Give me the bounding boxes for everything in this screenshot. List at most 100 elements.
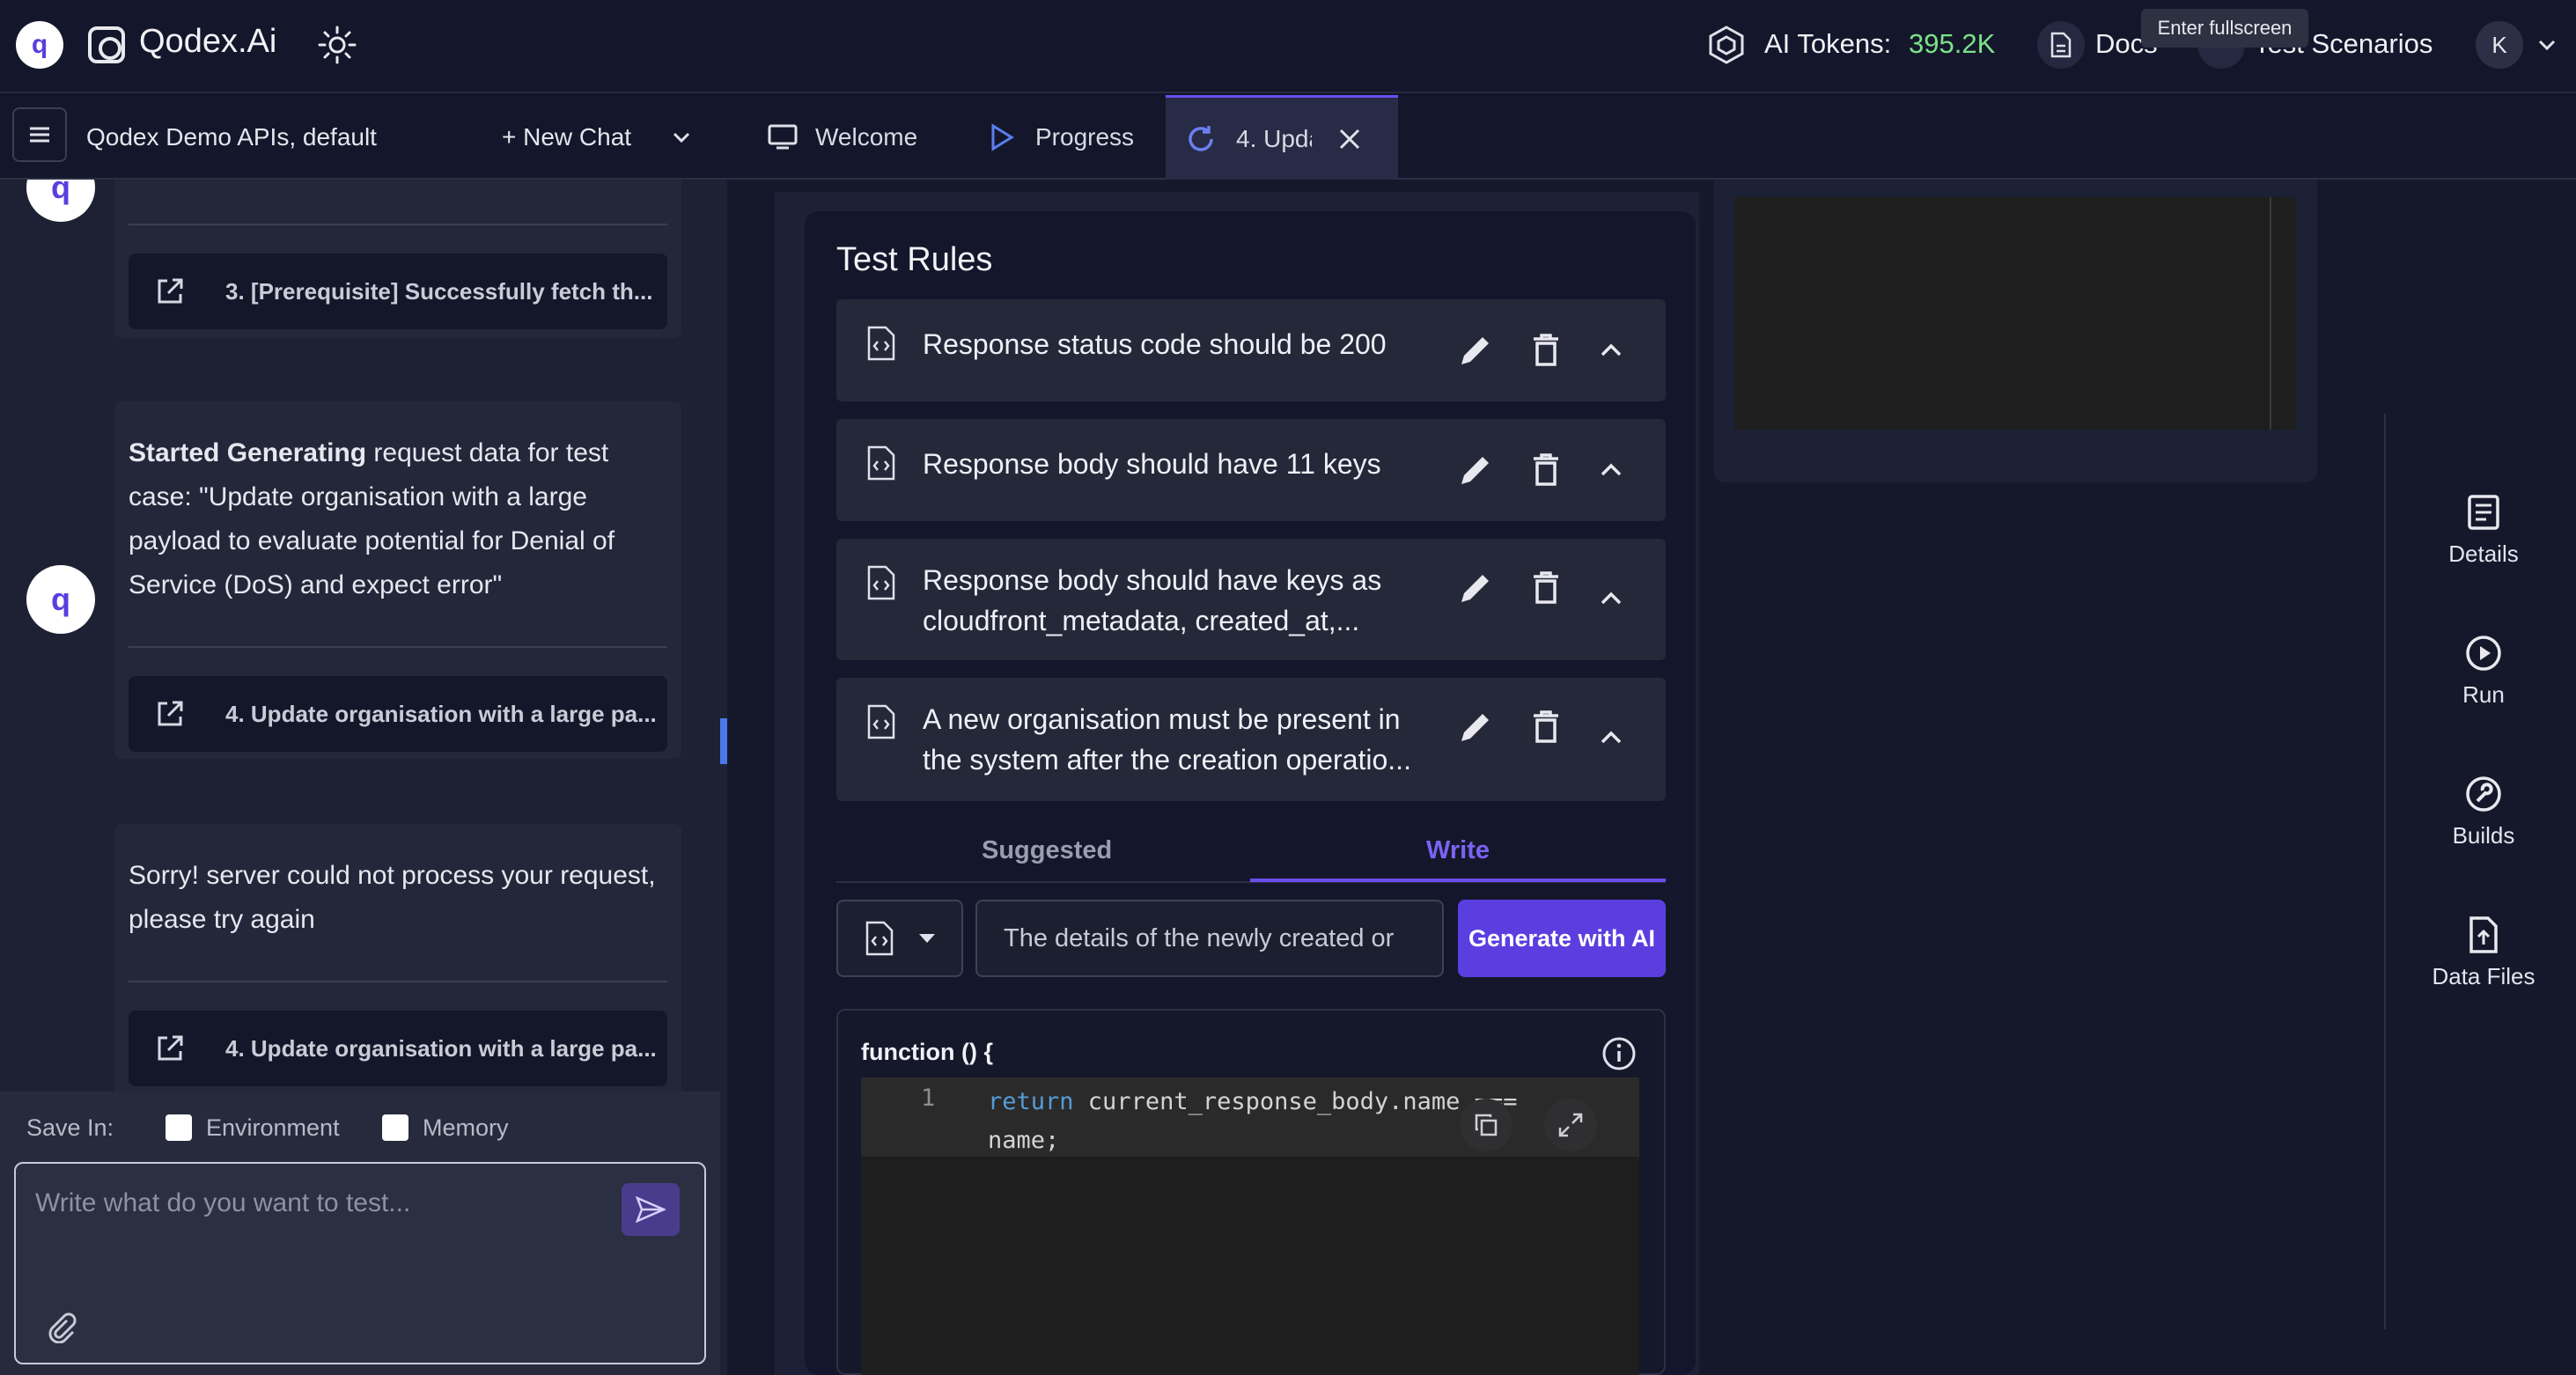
copy-code-button[interactable] [1460,1099,1512,1151]
run-icon [2466,636,2501,671]
chevron-down-icon[interactable] [669,125,694,150]
divider [129,981,667,982]
sidebar-menu-button[interactable] [12,107,67,162]
divider [129,646,667,648]
delete-icon[interactable] [1527,708,1565,746]
memory-checkbox[interactable] [382,1114,408,1141]
chat-input-placeholder: Write what do you want to test... [35,1188,411,1217]
bot-avatar: q [26,180,95,222]
rule-description-input[interactable]: The details of the newly created or [975,900,1444,977]
new-chat-button[interactable]: + New Chat [502,123,631,151]
test-case-link[interactable]: 4. Update organisation with a large pa..… [129,1011,667,1086]
rule-text: Response status code should be 200 [923,328,1387,360]
builds-button[interactable]: Builds [2391,775,2576,849]
edit-icon[interactable] [1456,569,1495,607]
test-case-link[interactable]: 4. Update organisation with a large pa..… [129,676,667,752]
delete-icon[interactable] [1527,451,1565,489]
data-files-label: Data Files [2432,963,2536,989]
tab-write[interactable]: Write [1426,836,1490,865]
delete-icon[interactable] [1527,569,1565,607]
app-logo[interactable]: q [16,21,63,69]
refresh-icon [1189,125,1213,151]
info-icon[interactable] [1601,1035,1638,1072]
editor-ruler [2270,197,2271,430]
chevron-down-icon[interactable] [2536,33,2558,56]
message-bold: Started Generating [129,438,367,467]
external-link-icon [158,1035,183,1061]
response-editor[interactable] [1734,197,2296,430]
theme-toggle-sun-icon[interactable] [317,25,357,65]
tab-label: Progress [1035,123,1135,151]
attach-icon[interactable] [46,1312,77,1343]
tab-suggested[interactable]: Suggested [982,836,1112,865]
rule-type-dropdown[interactable] [836,900,963,977]
expand-icon [1558,1113,1583,1137]
run-button[interactable]: Run [2391,634,2576,709]
expand-editor-button[interactable] [1544,1099,1597,1151]
monitor-icon [768,124,798,150]
environment-checkbox[interactable] [166,1114,192,1141]
brand-icon [88,26,125,63]
details-button[interactable]: Details [2391,493,2576,568]
data-files-icon [2469,916,2498,953]
memory-label: Memory [423,1114,509,1141]
tab-active-test[interactable]: 4. Upda [1166,95,1398,180]
ai-tokens-icon [1709,26,1744,64]
data-files-button[interactable]: Data Files [2391,915,2576,990]
chat-message: Started Generating request data for test… [129,431,657,607]
test-rule-item[interactable]: Response status code should be 200 [836,299,1666,401]
chevron-up-icon[interactable] [1592,451,1630,489]
tab-progress[interactable]: Progress [972,95,1162,180]
code-file-icon [865,921,894,956]
builds-label: Builds [2452,822,2515,849]
test-rule-item[interactable]: Response body should have 11 keys [836,419,1666,521]
rule-text: Response body should have keys as cloudf… [923,564,1382,636]
tab-label: Welcome [815,123,918,151]
rule-text: Response body should have 11 keys [923,448,1381,480]
bot-avatar: q [26,565,95,634]
chevron-up-icon[interactable] [1592,579,1630,618]
panel-resizer[interactable] [720,180,727,1375]
docs-icon[interactable] [2037,21,2085,69]
function-signature: function () { [861,1039,993,1065]
code-keyword: return [988,1088,1074,1115]
active-tab-indicator [1250,879,1666,882]
edit-icon[interactable] [1456,331,1495,370]
play-icon [991,123,1014,151]
code-file-icon [867,445,895,481]
tab-label: 4. Upda [1236,124,1312,152]
edit-icon[interactable] [1456,708,1495,746]
edit-icon[interactable] [1456,451,1495,489]
copy-icon [1475,1114,1498,1136]
link-label: 3. [Prerequisite] Successfully fetch th.… [225,277,653,305]
ai-tokens-value: 395.2K [1909,28,1996,59]
environment-label: Environment [206,1114,340,1141]
link-label: 4. Update organisation with a large pa..… [225,700,657,727]
run-label: Run [2462,681,2505,708]
project-selector[interactable]: Qodex Demo APIs, default [86,123,377,151]
code-file-icon [867,565,895,600]
send-button[interactable] [622,1183,680,1236]
chat-panel: q 3. [Prerequisite] Successfully fetch t… [0,180,722,1092]
chevron-up-icon[interactable] [1592,718,1630,757]
generate-with-ai-button[interactable]: Generate with AI [1458,900,1666,977]
send-icon [636,1196,666,1223]
chevron-up-icon[interactable] [1592,331,1630,370]
fullscreen-tooltip: Enter fullscreen [2141,9,2308,48]
test-rule-item[interactable]: A new organisation must be present in th… [836,678,1666,801]
details-label: Details [2448,540,2519,567]
resizer-handle[interactable] [720,718,727,764]
test-rule-item[interactable]: Response body should have keys as cloudf… [836,539,1666,660]
tab-welcome[interactable]: Welcome [748,95,963,180]
code-file-icon [867,326,895,361]
brand-name: Qodex.Ai [139,23,277,60]
test-case-link[interactable]: 3. [Prerequisite] Successfully fetch th.… [129,254,667,329]
external-link-icon [158,278,183,304]
details-icon [2468,495,2499,530]
right-sidebar-divider [2384,414,2386,1329]
user-avatar[interactable]: K [2476,21,2523,69]
test-rules-title: Test Rules [836,241,993,278]
divider [129,224,667,225]
close-icon[interactable] [1338,128,1361,151]
delete-icon[interactable] [1527,331,1565,370]
